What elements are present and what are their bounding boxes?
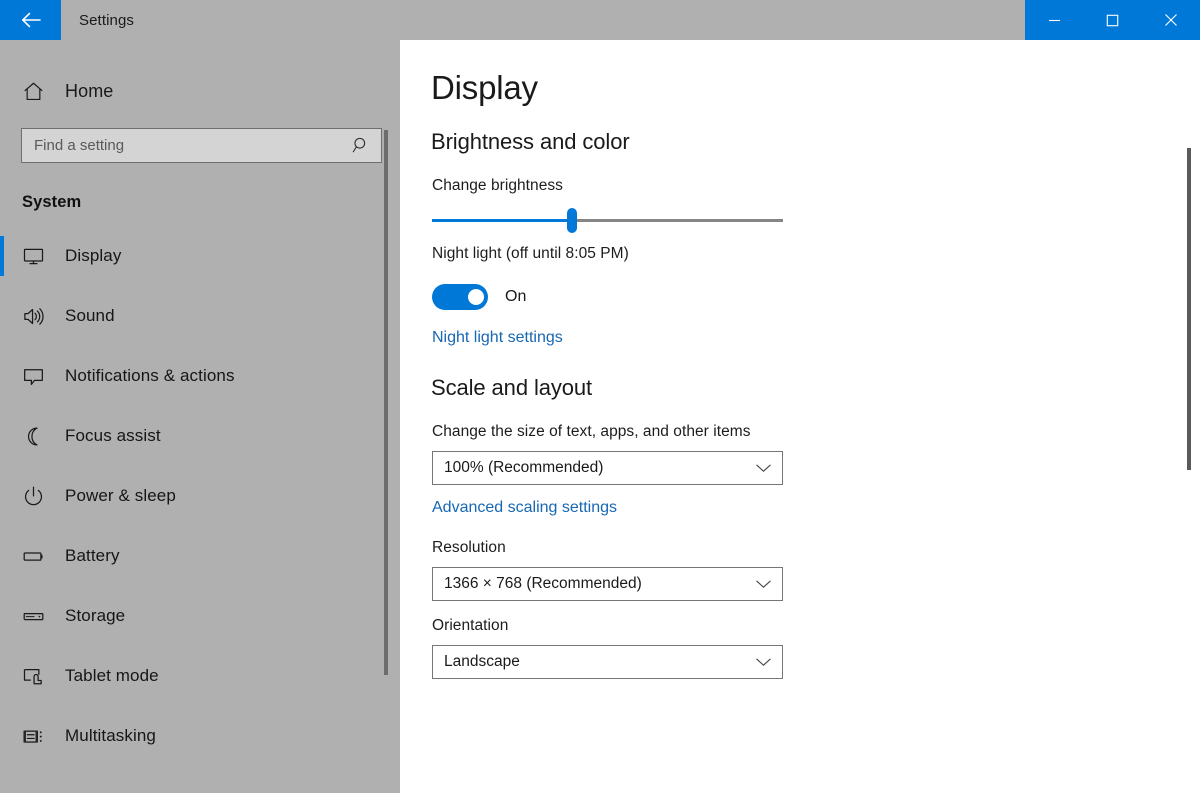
- sidebar-item-label: Focus assist: [65, 426, 161, 446]
- window-title: Settings: [61, 0, 1025, 40]
- sidebar-item-display[interactable]: Display: [0, 226, 400, 286]
- orientation-dropdown[interactable]: Landscape: [432, 645, 783, 679]
- sidebar-item-label: Notifications & actions: [65, 366, 235, 386]
- sidebar-item-sound[interactable]: Sound: [0, 286, 400, 346]
- scale-dropdown[interactable]: 100% (Recommended): [432, 451, 783, 485]
- scale-section-heading: Scale and layout: [431, 375, 1200, 401]
- minimize-icon: [1048, 14, 1061, 27]
- brightness-section-heading: Brightness and color: [431, 129, 1200, 155]
- sidebar-item-notifications[interactable]: Notifications & actions: [0, 346, 400, 406]
- sidebar-item-storage[interactable]: Storage: [0, 586, 400, 646]
- chat-bubble-icon: [22, 365, 50, 388]
- close-button[interactable]: [1142, 0, 1200, 40]
- night-light-toggle-row: On: [432, 284, 1200, 310]
- scale-label: Change the size of text, apps, and other…: [432, 423, 1200, 441]
- sidebar-home-label: Home: [65, 81, 113, 102]
- monitor-icon: [22, 245, 50, 268]
- battery-icon: [22, 545, 50, 568]
- resolution-label: Resolution: [432, 539, 1200, 557]
- chevron-down-icon: [755, 462, 772, 474]
- title-bar: Settings: [0, 0, 1200, 40]
- storage-icon: [22, 605, 50, 628]
- sidebar: Home System Display: [0, 40, 400, 793]
- content-scrollbar[interactable]: [1187, 148, 1191, 470]
- maximize-icon: [1106, 14, 1119, 27]
- sidebar-item-label: Battery: [65, 546, 120, 566]
- window-controls: [1025, 0, 1200, 40]
- scale-value: 100% (Recommended): [444, 459, 755, 477]
- sidebar-item-label: Sound: [65, 306, 115, 326]
- sidebar-item-home[interactable]: Home: [0, 67, 400, 115]
- main-content: Display Brightness and color Change brig…: [400, 40, 1200, 793]
- close-icon: [1164, 13, 1178, 27]
- search-box[interactable]: [21, 128, 382, 163]
- sidebar-item-tablet-mode[interactable]: Tablet mode: [0, 646, 400, 706]
- brightness-label: Change brightness: [432, 177, 1200, 195]
- sidebar-item-label: Tablet mode: [65, 666, 159, 686]
- sidebar-item-focus-assist[interactable]: Focus assist: [0, 406, 400, 466]
- sidebar-item-label: Storage: [65, 606, 125, 626]
- multitasking-icon: [22, 725, 50, 748]
- page-title: Display: [431, 69, 1200, 107]
- sidebar-item-label: Multitasking: [65, 726, 156, 746]
- search-icon: [352, 136, 371, 155]
- minimize-button[interactable]: [1025, 0, 1083, 40]
- home-icon: [22, 80, 52, 103]
- moon-icon: [22, 425, 50, 448]
- toggle-knob: [468, 289, 484, 305]
- resolution-value: 1366 × 768 (Recommended): [444, 575, 755, 593]
- slider-thumb[interactable]: [567, 208, 577, 233]
- orientation-value: Landscape: [444, 653, 755, 671]
- sidebar-group-header: System: [22, 193, 400, 212]
- sidebar-item-label: Power & sleep: [65, 486, 176, 506]
- night-light-settings-link[interactable]: Night light settings: [432, 329, 563, 347]
- sidebar-item-power-sleep[interactable]: Power & sleep: [0, 466, 400, 526]
- selection-indicator: [0, 236, 4, 276]
- sidebar-item-label: Display: [65, 246, 121, 266]
- tablet-mode-icon: [22, 665, 50, 688]
- chevron-down-icon: [755, 656, 772, 668]
- night-light-toggle[interactable]: [432, 284, 488, 310]
- orientation-label: Orientation: [432, 617, 1200, 635]
- resolution-dropdown[interactable]: 1366 × 768 (Recommended): [432, 567, 783, 601]
- slider-fill: [432, 219, 572, 222]
- chevron-down-icon: [755, 578, 772, 590]
- sidebar-scrollbar[interactable]: [384, 130, 388, 675]
- settings-window: Settings: [0, 0, 1200, 793]
- night-light-label: Night light (off until 8:05 PM): [432, 245, 1200, 263]
- search-input[interactable]: [34, 137, 352, 154]
- arrow-left-icon: [20, 11, 42, 29]
- back-button[interactable]: [0, 0, 61, 40]
- speaker-icon: [22, 305, 50, 328]
- sidebar-nav-list: Display Sound: [0, 226, 400, 766]
- night-light-state: On: [505, 288, 526, 306]
- power-icon: [22, 485, 50, 508]
- advanced-scaling-settings-link[interactable]: Advanced scaling settings: [432, 499, 617, 517]
- sidebar-item-multitasking[interactable]: Multitasking: [0, 706, 400, 766]
- sidebar-item-battery[interactable]: Battery: [0, 526, 400, 586]
- maximize-button[interactable]: [1083, 0, 1141, 40]
- brightness-slider[interactable]: [432, 219, 783, 223]
